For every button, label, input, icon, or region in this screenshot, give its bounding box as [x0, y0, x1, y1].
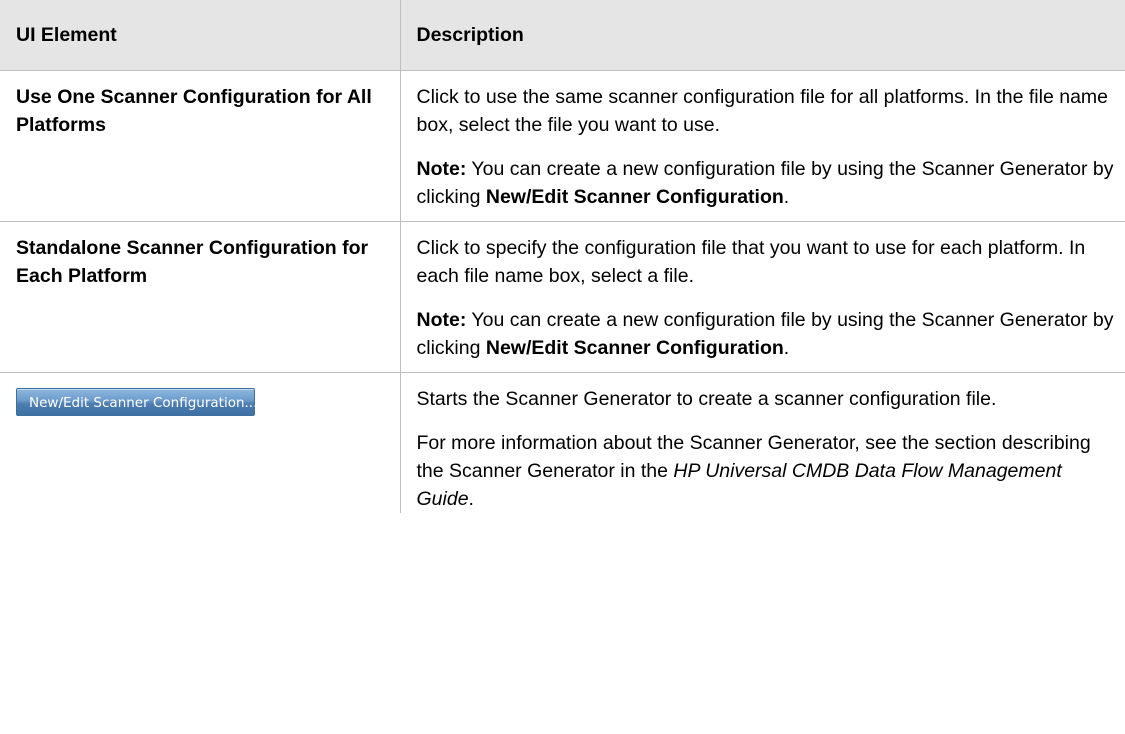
note-label: Note:	[416, 158, 467, 180]
note-end: .	[783, 186, 790, 208]
note-bold-link-text: New/Edit Scanner Configuration	[485, 186, 784, 208]
description-cell: Starts the Scanner Generator to create a…	[399, 372, 1125, 513]
table-row: New/Edit Scanner Configuration... Starts…	[0, 372, 1125, 513]
note-label: Note:	[416, 309, 467, 331]
note-end: .	[783, 337, 790, 359]
more-info-paragraph: For more information about the Scanner G…	[417, 429, 1118, 513]
more-info-end: .	[468, 488, 474, 510]
table-row: Use One Scanner Configuration for All Pl…	[0, 70, 1125, 222]
column-header-ui-element: UI Element	[0, 0, 401, 71]
table-row: Standalone Scanner Configuration for Eac…	[0, 221, 1125, 373]
description-text: Click to use the same scanner configurat…	[416, 86, 1109, 136]
description-cell: Click to use the same scanner configurat…	[399, 70, 1125, 222]
description-cell: Click to specify the configuration file …	[399, 221, 1125, 373]
new-edit-scanner-configuration-button[interactable]: New/Edit Scanner Configuration...	[16, 388, 257, 416]
description-text: Starts the Scanner Generator to create a…	[416, 388, 997, 410]
ui-elements-table: UI Element Description Use One Scanner C…	[0, 0, 1125, 513]
ui-element-cell: New/Edit Scanner Configuration...	[0, 372, 401, 513]
note-paragraph: Note: You can create a new configuration…	[417, 306, 1118, 362]
table-header-row: UI Element Description	[0, 0, 1125, 71]
ui-element-name: Use One Scanner Configuration for All Pl…	[16, 86, 372, 136]
column-header-description: Description	[399, 0, 1125, 71]
description-text: Click to specify the configuration file …	[416, 237, 1086, 287]
ui-element-name: Standalone Scanner Configuration for Eac…	[16, 237, 369, 287]
note-bold-link-text: New/Edit Scanner Configuration	[485, 337, 784, 359]
ui-element-cell: Use One Scanner Configuration for All Pl…	[0, 70, 401, 222]
ui-element-cell: Standalone Scanner Configuration for Eac…	[0, 221, 401, 373]
note-paragraph: Note: You can create a new configuration…	[417, 155, 1118, 211]
